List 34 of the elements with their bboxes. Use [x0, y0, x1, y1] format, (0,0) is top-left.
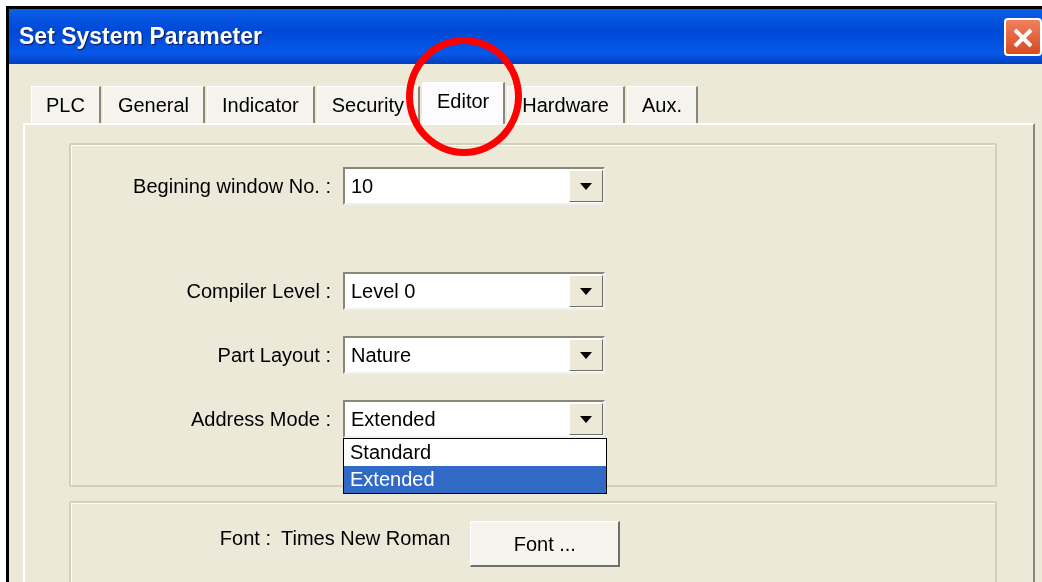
field-label: Compiler Level :	[185, 279, 332, 304]
field-label: Address Mode :	[189, 407, 332, 432]
caret-icon	[580, 182, 592, 190]
dropdown-value: 10	[351, 174, 374, 199]
dropdown-option[interactable]: Extended	[344, 466, 606, 493]
tab[interactable]: Indicator	[207, 86, 315, 123]
close-icon	[1012, 27, 1034, 50]
dropdown-arrow-button[interactable]	[569, 170, 603, 202]
tab[interactable]: Security	[316, 86, 421, 123]
field-label: Part Layout :	[216, 343, 332, 368]
tab[interactable]: Editor	[422, 82, 506, 124]
dropdown-value: Level 0	[351, 279, 416, 304]
caret-icon	[580, 287, 592, 295]
dropdown[interactable]: Nature	[343, 336, 605, 374]
tab[interactable]: Hardware	[507, 86, 625, 123]
font-name: Times New Roman	[281, 526, 451, 551]
dropdown-value: Nature	[351, 343, 412, 368]
dropdown-arrow-button[interactable]	[569, 403, 603, 435]
field-label: Begining window No. :	[132, 174, 332, 199]
font-label: Font :	[218, 526, 272, 551]
dropdown[interactable]: 10	[343, 167, 605, 205]
close-button[interactable]	[1004, 17, 1042, 56]
caret-icon	[580, 415, 592, 423]
caret-icon	[580, 351, 592, 359]
tab[interactable]: General	[102, 86, 206, 123]
font-button[interactable]: Font ...	[470, 521, 621, 567]
dropdown[interactable]: Level 0	[343, 272, 605, 310]
dropdown-arrow-button[interactable]	[569, 339, 603, 371]
window-title: Set System Parameter	[19, 22, 262, 52]
dropdown-value: Extended	[351, 407, 436, 432]
tab[interactable]: PLC	[31, 86, 101, 123]
tab[interactable]: Aux.	[627, 86, 698, 123]
dropdown-option[interactable]: Standard	[344, 439, 606, 466]
dropdown-arrow-button[interactable]	[569, 275, 603, 307]
